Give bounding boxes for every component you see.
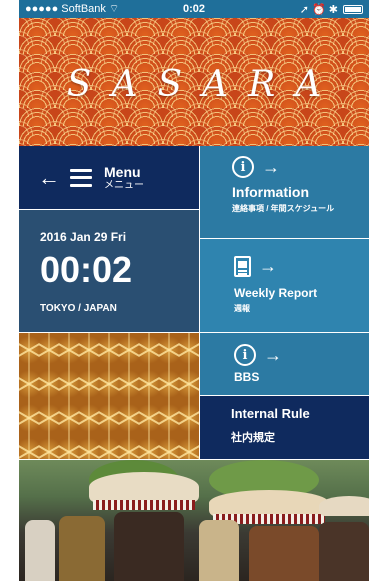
photo-person — [319, 522, 369, 581]
header-banner: SASARA — [19, 18, 369, 146]
status-icons: ➚ ⏰ ✱ — [299, 3, 338, 16]
internal-rule-subtitle: 社内規定 — [231, 432, 275, 444]
bbs-title: BBS — [234, 370, 260, 384]
photo-person — [59, 516, 105, 581]
app-title: SASARA — [66, 64, 342, 105]
battery-icon — [343, 4, 363, 14]
photo-umbrella — [209, 490, 329, 516]
clock-tile: 2016 Jan 29 Fri 00:02 TOKYO / JAPAN — [19, 210, 199, 332]
document-icon — [234, 256, 251, 277]
weekly-report-tile[interactable]: → Weekly Report 週報 — [200, 239, 369, 332]
information-subtitle: 連絡事項 / 年間スケジュール — [232, 204, 335, 213]
photo-person — [199, 520, 239, 581]
information-tile[interactable]: i → Information 連絡事項 / 年間スケジュール — [200, 146, 369, 238]
carrier-label: ●●●●● SoftBank — [25, 3, 106, 15]
forward-arrow-icon: → — [264, 344, 282, 365]
info-icon: i — [234, 344, 256, 366]
app-screen: ●●●●● SoftBank ⌔ 0:02 ➚ ⏰ ✱ SASARA ← Men… — [19, 0, 369, 581]
weekly-icon-row: → — [234, 256, 369, 277]
photo-person — [114, 512, 184, 581]
photo-umbrella — [319, 496, 369, 516]
photo-fringe — [93, 500, 195, 510]
internal-rule-title: Internal Rule — [231, 406, 310, 421]
information-icon-row: i → — [232, 156, 369, 178]
photo-person — [249, 526, 319, 581]
wifi-icon: ⌔ — [108, 3, 120, 15]
photo-umbrella — [89, 472, 199, 502]
menu-button[interactable]: ← Menu メニュー — [19, 146, 199, 209]
menu-label-jp: メニュー — [104, 179, 144, 191]
bbs-icon-row: i → — [234, 344, 369, 366]
info-icon: i — [232, 156, 254, 178]
forward-arrow-icon: → — [262, 156, 280, 177]
menu-label: Menu — [104, 163, 141, 180]
forward-arrow-icon: → — [259, 256, 277, 276]
asanoha-pattern-tile — [19, 333, 199, 459]
internal-rule-tile[interactable]: Internal Rule 社内規定 — [200, 396, 369, 459]
information-title: Information — [232, 184, 309, 200]
current-date: 2016 Jan 29 Fri — [40, 230, 127, 244]
weekly-report-subtitle: 週報 — [234, 304, 250, 313]
photo-person — [25, 520, 55, 581]
status-bar: ●●●●● SoftBank ⌔ 0:02 ➚ ⏰ ✱ — [19, 0, 369, 18]
hamburger-icon — [70, 168, 92, 187]
weekly-report-title: Weekly Report — [234, 286, 318, 300]
timezone-location: TOKYO / JAPAN — [40, 303, 117, 314]
back-arrow-icon: ← — [38, 164, 60, 190]
menu-labels: Menu メニュー — [104, 165, 144, 191]
bbs-tile[interactable]: i → BBS — [200, 333, 369, 395]
current-time: 00:02 — [40, 249, 133, 290]
carrier: ●●●●● SoftBank ⌔ — [25, 2, 300, 16]
status-indicators: ➚ ⏰ ✱ — [300, 3, 363, 16]
festival-photo — [19, 460, 369, 581]
